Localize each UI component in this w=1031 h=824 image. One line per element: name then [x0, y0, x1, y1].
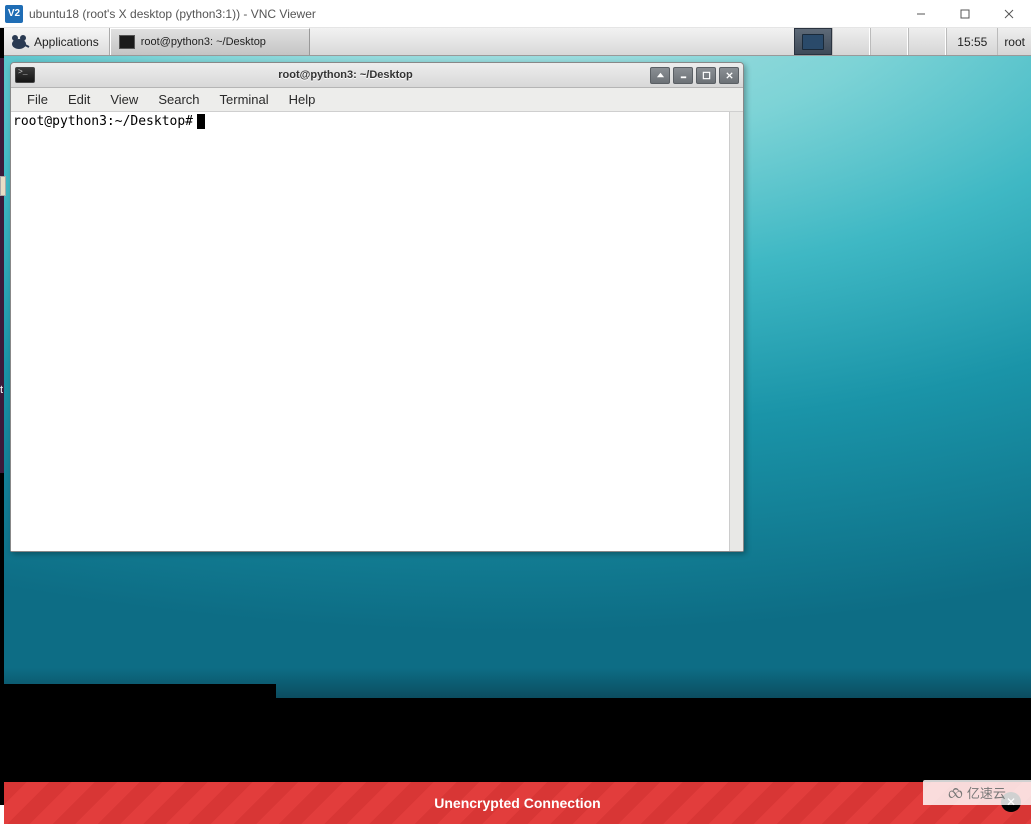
banner-text: Unencrypted Connection: [434, 795, 600, 811]
occluded-folder-icon: [0, 176, 6, 196]
terminal-title: root@python3: ~/Desktop: [41, 69, 650, 81]
terminal-window: root@python3: ~/Desktop: [10, 62, 744, 552]
xfce-mouse-icon: [8, 32, 30, 52]
taskbar-terminal-button[interactable]: root@python3: ~/Desktop: [110, 28, 310, 55]
workspace-switcher-3[interactable]: [870, 28, 908, 55]
terminal-body: root@python3:~/Desktop#: [11, 112, 743, 551]
window-title: ubuntu18 (root's X desktop (python3:1)) …: [29, 7, 899, 21]
watermark-logo-icon: ⧝: [948, 784, 963, 802]
watermark-text: 亿速云: [967, 783, 1006, 802]
menu-view[interactable]: View: [100, 89, 148, 110]
watermark: ⧝ 亿速云: [923, 780, 1031, 805]
terminal-minimize-button[interactable]: [673, 67, 693, 84]
menu-search[interactable]: Search: [148, 89, 209, 110]
menu-edit[interactable]: Edit: [58, 89, 100, 110]
menu-help[interactable]: Help: [279, 89, 326, 110]
terminal-rollup-button[interactable]: [650, 67, 670, 84]
system-tray: 15:55 root: [794, 28, 1031, 55]
terminal-content[interactable]: root@python3:~/Desktop#: [11, 112, 729, 551]
terminal-titlebar[interactable]: root@python3: ~/Desktop: [11, 63, 743, 88]
vnc-remote-area: Applications root@python3: ~/Desktop 15:…: [0, 28, 1031, 805]
terminal-cursor: [197, 114, 205, 129]
workspace-switcher-1[interactable]: [794, 28, 832, 55]
applications-menu-button[interactable]: Applications: [4, 28, 110, 55]
remote-desktop[interactable]: Applications root@python3: ~/Desktop 15:…: [4, 28, 1031, 698]
windows-titlebar: V2 ubuntu18 (root's X desktop (python3:1…: [0, 0, 1031, 28]
close-button[interactable]: [987, 0, 1031, 28]
taskbar-terminal-label: root@python3: ~/Desktop: [141, 36, 266, 48]
menu-terminal[interactable]: Terminal: [210, 89, 279, 110]
occluded-text-fragment: t: [0, 384, 3, 396]
clock[interactable]: 15:55: [946, 28, 997, 55]
menu-file[interactable]: File: [17, 89, 58, 110]
workspace-thumb-icon: [802, 34, 824, 50]
workspace-switcher-4[interactable]: [908, 28, 946, 55]
window-controls: [899, 0, 1031, 28]
occluded-window-edge: [0, 58, 4, 473]
black-band: [0, 698, 1031, 782]
user-menu-button[interactable]: root: [997, 28, 1031, 55]
terminal-mini-icon: [119, 35, 135, 49]
minimize-button[interactable]: [899, 0, 943, 28]
terminal-prompt: root@python3:~/Desktop#: [13, 114, 193, 129]
terminal-icon: [15, 67, 35, 83]
terminal-maximize-button[interactable]: [696, 67, 716, 84]
applications-label: Applications: [34, 35, 99, 49]
terminal-window-controls: [650, 67, 739, 84]
xfce-taskbar: Applications root@python3: ~/Desktop 15:…: [4, 28, 1031, 56]
terminal-close-button[interactable]: [719, 67, 739, 84]
terminal-menubar: File Edit View Search Terminal Help: [11, 88, 743, 112]
vnc-viewer-icon: V2: [5, 5, 23, 23]
terminal-scrollbar[interactable]: [729, 112, 743, 551]
workspace-switcher-2[interactable]: [832, 28, 870, 55]
unencrypted-banner: Unencrypted Connection ✕: [4, 782, 1031, 824]
maximize-button[interactable]: [943, 0, 987, 28]
desktop-black-corner: [4, 684, 276, 698]
